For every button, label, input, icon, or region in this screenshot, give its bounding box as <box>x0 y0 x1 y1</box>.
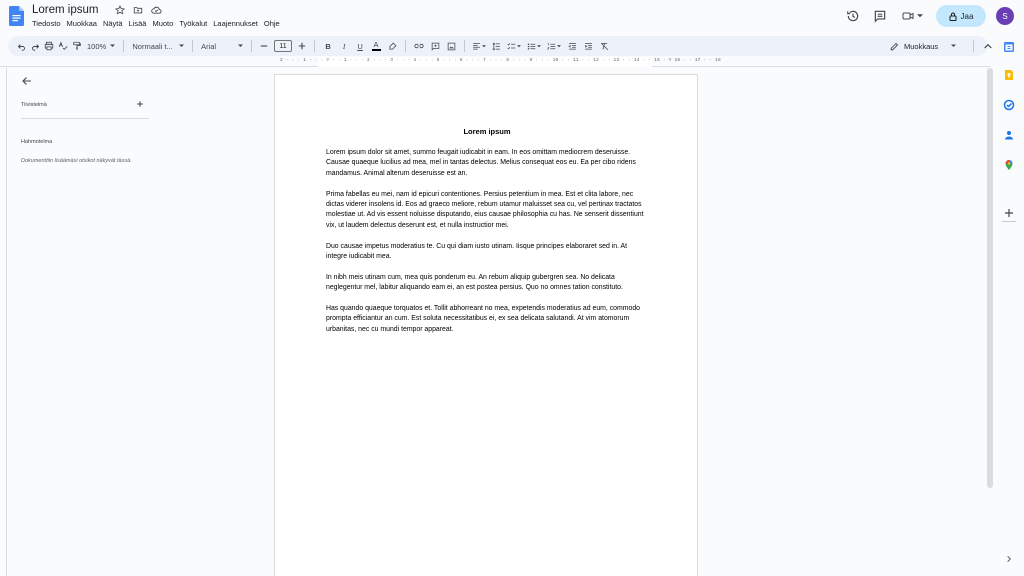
text-color-button[interactable]: A <box>368 36 384 56</box>
share-button[interactable]: Jaa <box>936 5 986 27</box>
document-title[interactable]: Lorem ipsum <box>32 4 98 16</box>
cloud-status-icon[interactable] <box>150 4 162 16</box>
document-heading[interactable]: Lorem ipsum <box>275 127 699 136</box>
outline-empty-hint: Dokumenttiin lisäämäsi otsikot näkyvät t… <box>21 158 132 164</box>
decrease-indent-icon[interactable] <box>564 36 580 56</box>
lock-icon <box>949 12 957 21</box>
zoom-value: 100% <box>87 41 107 51</box>
increase-font-size-button[interactable] <box>295 36 309 56</box>
side-panel-divider <box>1002 221 1016 222</box>
side-panel <box>994 34 1024 576</box>
document-body[interactable]: Lorem ipsum dolor sit amet, summo feugai… <box>326 148 650 346</box>
editing-mode-select[interactable]: Muokkaus <box>890 36 992 56</box>
editing-mode-label: Muokkaus <box>904 41 939 51</box>
chevron-down-icon <box>951 44 957 47</box>
outline-divider <box>21 118 149 119</box>
paint-format-icon[interactable] <box>70 36 84 56</box>
underline-button[interactable]: U <box>352 36 368 56</box>
move-folder-icon[interactable] <box>132 4 144 16</box>
menu-insert[interactable]: Lisää <box>126 19 150 28</box>
expand-panel-chevron-icon[interactable] <box>1005 555 1013 563</box>
app-header: Lorem ipsum Tiedosto Muokkaa Näytä Lisää… <box>0 0 1024 34</box>
contacts-icon[interactable] <box>1003 129 1015 141</box>
numbered-list-icon[interactable] <box>544 36 564 56</box>
highlight-color-icon[interactable] <box>384 36 400 56</box>
align-left-icon[interactable] <box>470 36 488 56</box>
toolbar-divider <box>405 40 407 52</box>
text-color-letter: A <box>373 40 379 49</box>
docs-logo-icon[interactable] <box>9 6 24 26</box>
line-spacing-icon[interactable] <box>488 36 504 56</box>
italic-button[interactable]: I <box>336 36 352 56</box>
pencil-icon <box>890 42 899 50</box>
paragraph[interactable]: Has quando quaeque torquatos et. Tollit … <box>326 304 650 335</box>
toolbar-divider <box>464 40 466 52</box>
collapse-toolbar-icon[interactable] <box>984 43 992 49</box>
toolbar-divider <box>251 40 253 52</box>
text-color-swatch <box>371 49 381 51</box>
menu-edit[interactable]: Muokkaa <box>64 19 100 28</box>
keep-icon[interactable] <box>1003 69 1015 81</box>
menu-view[interactable]: Näytä <box>100 19 126 28</box>
ruler-numbers: 2 · · · 1 · · · ▽ · · 1 · · · 2 · · · 3 … <box>280 58 721 63</box>
insert-image-icon[interactable] <box>443 36 459 56</box>
menu-bar: Tiedosto Muokkaa Näytä Lisää Muoto Työka… <box>32 19 283 28</box>
toolbar-divider <box>973 40 975 52</box>
toolbar-divider <box>123 40 125 52</box>
comments-icon[interactable] <box>873 9 887 23</box>
zoom-select[interactable]: 100% <box>84 36 118 56</box>
clear-formatting-icon[interactable] <box>596 36 612 56</box>
font-value: Arial <box>201 41 217 51</box>
account-avatar[interactable]: S <box>996 7 1014 25</box>
version-history-icon[interactable] <box>846 9 860 23</box>
redo-icon[interactable] <box>28 36 42 56</box>
tasks-icon[interactable] <box>1003 99 1015 111</box>
menu-file[interactable]: Tiedosto <box>32 19 64 28</box>
menu-tools[interactable]: Työkalut <box>176 19 210 28</box>
undo-icon[interactable] <box>14 36 28 56</box>
decrease-font-size-button[interactable] <box>257 36 271 56</box>
bulleted-list-icon[interactable] <box>524 36 544 56</box>
menu-format[interactable]: Muoto <box>149 19 176 28</box>
document-page[interactable]: Lorem ipsum Lorem ipsum dolor sit amet, … <box>274 74 698 576</box>
get-add-ons-plus-icon[interactable] <box>1003 207 1015 219</box>
paragraph-style-select[interactable]: Normaali t... <box>129 36 187 56</box>
font-family-select[interactable]: Arial <box>198 36 246 56</box>
paragraph[interactable]: Prima fabellas eu mei, nam id epicuri co… <box>326 190 650 232</box>
style-value: Normaali t... <box>132 41 173 51</box>
meet-video-icon[interactable] <box>902 9 914 23</box>
bold-button[interactable]: B <box>320 36 336 56</box>
toolbar-divider <box>314 40 316 52</box>
paragraph[interactable]: In nibh meis utinam cum, mea quis ponder… <box>326 273 650 294</box>
calendar-icon[interactable] <box>1003 41 1015 53</box>
outline-label: Hahmotelma <box>21 139 53 145</box>
paragraph[interactable]: Lorem ipsum dolor sit amet, summo feugai… <box>326 148 650 179</box>
add-comment-icon[interactable] <box>427 36 443 56</box>
close-outline-arrow-icon[interactable] <box>21 75 33 87</box>
toolbar-divider <box>192 40 194 52</box>
menu-extensions[interactable]: Laajennukset <box>210 19 261 28</box>
menu-help[interactable]: Ohje <box>261 19 283 28</box>
formatting-toolbar: 100% Normaali t... Arial 11 B I U A Muok… <box>8 36 992 56</box>
share-label: Jaa <box>960 11 974 21</box>
summary-label: Tiivistelmä <box>21 102 47 108</box>
font-size-input[interactable]: 11 <box>274 40 293 52</box>
print-icon[interactable] <box>42 36 56 56</box>
checklist-icon[interactable] <box>504 36 524 56</box>
paragraph[interactable]: Duo causae impetus moderatius te. Cu qui… <box>326 242 650 263</box>
star-icon[interactable] <box>114 4 126 16</box>
add-summary-plus-icon[interactable] <box>135 99 145 109</box>
spellcheck-icon[interactable] <box>56 36 70 56</box>
increase-indent-icon[interactable] <box>580 36 596 56</box>
vertical-ruler[interactable] <box>0 68 7 576</box>
insert-link-icon[interactable] <box>411 36 427 56</box>
horizontal-ruler[interactable]: 2 · · · 1 · · · ▽ · · 1 · · · 2 · · · 3 … <box>0 58 990 67</box>
chevron-down-icon[interactable] <box>917 13 923 19</box>
maps-icon[interactable] <box>1003 159 1015 171</box>
vertical-scrollbar[interactable] <box>987 68 993 488</box>
